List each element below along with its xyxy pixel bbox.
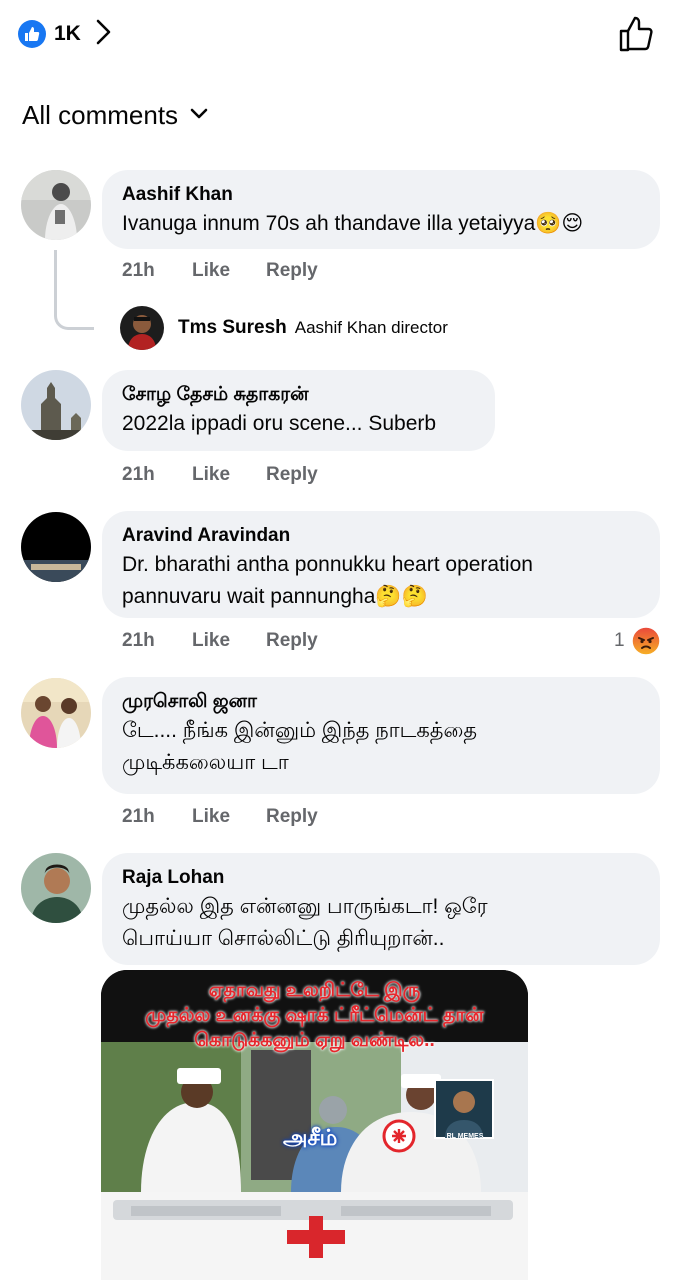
comment-reactions[interactable]: 1 <box>614 626 661 656</box>
reaction-count: 1 <box>614 630 625 651</box>
comment-time: 21h <box>122 630 155 651</box>
meme-caption-line2: முதல்ல உனக்கு ஷாக் ட்ரீட்மென்ட் தான் <box>145 1005 484 1026</box>
comment-text-line1: டே.... நீங்க இன்னும் இந்த நாடகத்தை <box>122 719 478 742</box>
comment-actions: 21h Like Reply <box>122 260 318 282</box>
meme-badge: RL MEMES <box>446 1133 484 1140</box>
reply-button[interactable]: Reply <box>266 464 318 486</box>
reply-author: Tms Suresh <box>178 317 287 338</box>
reply-button[interactable]: Reply <box>266 260 318 282</box>
comments-filter[interactable]: All comments <box>22 100 208 131</box>
meme-label: அசீம் <box>283 1125 338 1150</box>
comment-actions: 21h Like Reply <box>122 806 318 828</box>
comment-image[interactable]: ஏதாவது உலறிட்டே இரு முதல்ல உனக்கு ஷாக் ட… <box>101 970 528 1280</box>
meme-caption-line3: கொடுக்கனும் ஏறு வண்டில.. <box>194 1030 435 1051</box>
comment-time: 21h <box>122 806 155 827</box>
comment-bubble: Raja Lohan முதல்ல இத என்னனு பாருங்கடா! ஒ… <box>102 853 660 965</box>
reply-preview[interactable]: Tms Suresh Aashif Khan director <box>120 306 448 350</box>
comment-actions: 21h Like Reply <box>122 464 318 486</box>
meme-caption: ஏதாவது உலறிட்டே இரு முதல்ல உனக்கு ஷாக் ட… <box>101 978 528 1053</box>
comment-text: Ivanuga innum 70s ah thandave illa yetai… <box>122 212 584 235</box>
chevron-right-icon <box>95 18 113 51</box>
reply-thread-line <box>54 250 94 330</box>
thumbs-up-outline-icon[interactable] <box>617 14 657 54</box>
comment-author[interactable]: சோழ தேசம் சுதாகரன் <box>122 382 475 408</box>
chevron-down-icon <box>190 107 208 125</box>
comment-bubble: Aashif Khan Ivanuga innum 70s ah thandav… <box>102 170 660 249</box>
comment-bubble: முரசொலி ஜனா டே.... நீங்க இன்னும் இந்த நா… <box>102 677 660 794</box>
meme-caption-line1: ஏதாவது உலறிட்டே இரு <box>208 980 421 1001</box>
reactions-bar: 1K <box>0 0 683 68</box>
avatar[interactable] <box>21 678 91 748</box>
comment-text-line2: முடிக்கலையா டா <box>122 751 289 774</box>
comment-author[interactable]: Raja Lohan <box>122 865 640 891</box>
filter-label: All comments <box>22 100 179 130</box>
comment-bubble: Aravind Aravindan Dr. bharathi antha pon… <box>102 511 660 618</box>
reaction-count: 1K <box>54 22 81 45</box>
comment-text: 2022la ippadi oru scene... Suberb <box>122 412 437 435</box>
comment-text-line2: பொய்யா சொல்லிட்டு திரியுறான்.. <box>122 927 445 950</box>
angry-face-icon <box>630 626 661 656</box>
comment-time: 21h <box>122 260 155 281</box>
comment-author[interactable]: முரசொலி ஜனா <box>122 689 640 715</box>
comment-time: 21h <box>122 464 155 485</box>
avatar[interactable] <box>21 170 91 240</box>
comment-author[interactable]: Aashif Khan <box>122 182 640 208</box>
like-button[interactable]: Like <box>192 806 266 828</box>
reply-button[interactable]: Reply <box>266 806 318 828</box>
avatar[interactable] <box>21 370 91 440</box>
comment-text-line1: முதல்ல இத என்னனு பாருங்கடா! ஒரே <box>122 895 488 918</box>
reply-button[interactable]: Reply <box>266 630 318 652</box>
avatar <box>120 306 164 350</box>
avatar[interactable] <box>21 853 91 923</box>
like-button[interactable]: Like <box>192 464 266 486</box>
thumbs-up-icon <box>18 20 46 48</box>
comment-text-line1: Dr. bharathi antha ponnukku heart operat… <box>122 553 533 576</box>
comment-author[interactable]: Aravind Aravindan <box>122 523 640 549</box>
comment-bubble: சோழ தேசம் சுதாகரன் 2022la ippadi oru sce… <box>102 370 495 451</box>
comment-actions: 21h Like Reply <box>122 630 318 652</box>
like-button[interactable]: Like <box>192 630 266 652</box>
reactions-summary[interactable]: 1K <box>18 18 113 50</box>
avatar[interactable] <box>21 512 91 582</box>
like-button[interactable]: Like <box>192 260 266 282</box>
comment-text-line2: pannuvaru wait pannungha🤔🤔 <box>122 585 428 608</box>
reply-text: Aashif Khan director <box>294 318 448 337</box>
